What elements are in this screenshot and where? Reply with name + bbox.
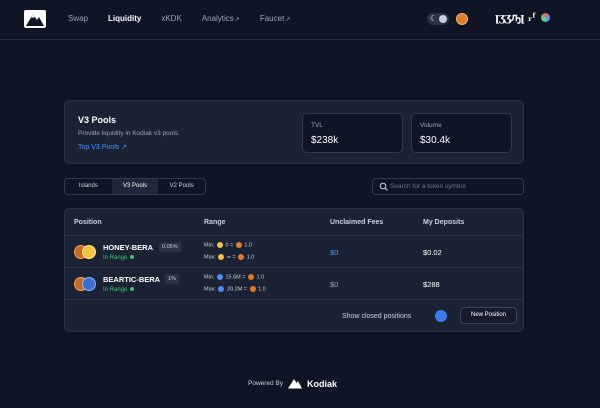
unclaimed-fees-value: $0 <box>330 280 339 289</box>
honey-token-icon <box>218 254 225 260</box>
range-max: Max: 20.2M = 1.0 <box>204 286 266 292</box>
v3-pools-subtitle: Provide liquidity in Kodiak v3 pools <box>78 130 179 137</box>
pair-name: HONEY-BERA <box>103 243 154 252</box>
theme-toggle[interactable]: ☾ <box>427 13 449 25</box>
kodiak-brand[interactable]: Kodiak <box>307 379 337 389</box>
range-max-label: Max: <box>204 254 216 261</box>
header-position: Position <box>74 219 102 226</box>
external-link-icon: ↗ <box>285 17 291 23</box>
header-range: Range <box>204 219 226 226</box>
show-closed-toggle[interactable] <box>435 310 447 322</box>
external-link-icon: ↗ <box>234 17 240 23</box>
bera-token-icon[interactable] <box>456 13 468 25</box>
nav-faucet-label: Faucet <box>259 14 285 23</box>
wallet-avatar-icon <box>541 13 551 22</box>
beartic-token-icon <box>216 274 223 280</box>
range-min-rate: 1.0 <box>256 274 265 281</box>
wallet-address: ꞁӡӡԡꞁ ᵣᶠ <box>495 11 537 24</box>
nav-liquidity[interactable]: Liquidity <box>108 14 141 23</box>
row-divider <box>65 299 523 300</box>
nav-swap[interactable]: Swap <box>68 14 88 23</box>
range-min-label: Min: <box>204 242 215 249</box>
powered-by-footer: Powered By Kodiak <box>248 378 337 389</box>
bera-token-icon <box>238 254 245 260</box>
tvl-value: $238k <box>311 135 339 146</box>
bera-token-icon <box>248 274 255 280</box>
pool-type-tabs: Islands V3 Pools V2 Pools <box>64 178 206 195</box>
status-dot-icon <box>130 255 135 260</box>
top-v3-pools-link[interactable]: Top V3 Pools ↗ <box>78 143 127 151</box>
v3-pools-card: V3 Pools Provide liquidity in Kodiak v3 … <box>64 100 524 164</box>
header-my-deposits: My Deposits <box>423 219 465 226</box>
status-dot-icon <box>130 287 135 292</box>
nav-swap-label: Swap <box>68 14 89 23</box>
main-nav: Swap Liquidity xKDK Analytics↗ Faucet↗ <box>68 14 310 23</box>
token-search-input[interactable]: Search for a token symbol <box>372 178 524 195</box>
table-row[interactable]: HONEY-BERA 0.05% In Range Min: 0 = 1.0 M… <box>65 236 523 268</box>
range-min-rate: 1.0 <box>244 242 252 249</box>
tab-v2-pools[interactable]: V2 Pools <box>158 179 205 194</box>
range-min-value: 0 = <box>225 242 234 249</box>
deposit-value: $288 <box>423 280 440 289</box>
tab-islands[interactable]: Islands <box>65 179 112 194</box>
nav-analytics-label: Analytics <box>201 14 234 23</box>
range-min-label: Min: <box>204 274 215 281</box>
bera-token-icon <box>235 242 242 248</box>
theme-toggle-knob <box>439 15 447 23</box>
fee-tier-badge: 1% <box>165 274 179 284</box>
powered-by-text: Powered By <box>248 380 284 387</box>
range-min-value: 15.5M = <box>225 274 246 281</box>
tvl-label: TVL <box>311 122 323 129</box>
unclaimed-fees-value[interactable]: $0 <box>330 248 338 257</box>
moon-icon: ☾ <box>430 14 438 23</box>
status-text: In Range <box>103 287 128 293</box>
honey-token-icon <box>82 245 96 259</box>
deposit-value: $0.02 <box>423 248 442 257</box>
pair-icons <box>74 244 96 260</box>
volume-stat: Volume $30.4k <box>411 113 512 153</box>
status-in-range: In Range <box>103 255 135 261</box>
range-max-rate: 1.0 <box>246 254 255 261</box>
pair-name: BEARTIC-BERA <box>103 275 161 284</box>
range-max-value: ∞ = <box>226 254 236 261</box>
range-max: Max: ∞ = 1.0 <box>204 254 254 260</box>
fee-tier-badge: 0.05% <box>159 242 181 252</box>
nav-xkdk[interactable]: xKDK <box>161 14 181 23</box>
nav-liquidity-label: Liquidity <box>108 14 142 23</box>
tab-v3-pools[interactable]: V3 Pools <box>111 179 159 194</box>
nav-analytics[interactable]: Analytics↗ <box>202 14 240 23</box>
range-min: Min: 15.5M = 1.0 <box>204 274 264 280</box>
range-min: Min: 0 = 1.0 <box>204 242 252 248</box>
honey-token-icon <box>216 242 223 248</box>
show-closed-label: Show closed positions <box>342 313 412 320</box>
volume-value: $30.4k <box>420 135 451 146</box>
new-position-button[interactable]: New Position <box>460 307 517 324</box>
positions-table: Position Range Unclaimed Fees My Deposit… <box>64 208 524 332</box>
top-navigation-bar: Swap Liquidity xKDK Analytics↗ Faucet↗ ☾… <box>0 0 600 40</box>
v3-pools-title: V3 Pools <box>78 115 117 125</box>
search-icon <box>379 182 388 191</box>
status-in-range: In Range <box>103 287 135 293</box>
nav-faucet[interactable]: Faucet↗ <box>260 14 291 23</box>
volume-label: Volume <box>420 122 442 129</box>
range-max-label: Max: <box>204 286 216 293</box>
table-row[interactable]: BEARTIC-BERA 1% In Range Min: 15.5M = 1.… <box>65 268 523 300</box>
pair-icons <box>74 276 96 292</box>
tvl-stat: TVL $238k <box>302 113 403 153</box>
kodiak-logo-icon <box>288 379 303 389</box>
range-max-value: 20.2M = <box>226 286 248 293</box>
nav-xkdk-label: xKDK <box>161 14 182 23</box>
beartic-token-icon <box>218 286 225 292</box>
status-text: In Range <box>103 255 128 261</box>
range-max-rate: 1.0 <box>258 286 266 293</box>
beartic-token-icon <box>82 277 96 291</box>
wallet-button[interactable]: ꞁӡӡԡꞁ ᵣᶠ <box>495 11 551 24</box>
header-unclaimed-fees: Unclaimed Fees <box>330 219 384 226</box>
search-placeholder: Search for a token symbol <box>390 183 466 190</box>
bera-token-icon <box>249 286 256 292</box>
kodiak-logo-icon[interactable] <box>24 10 46 28</box>
